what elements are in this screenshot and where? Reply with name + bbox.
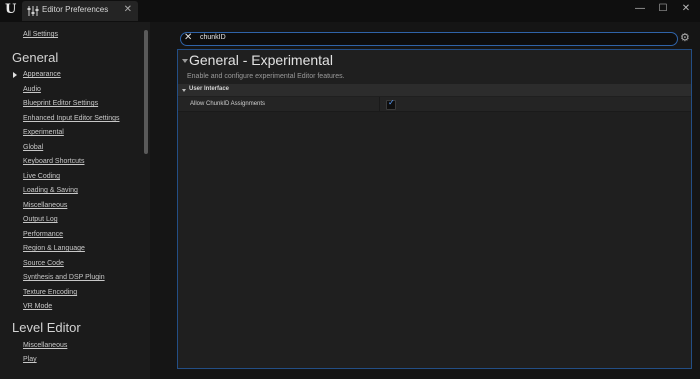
page-title: General - Experimental (189, 52, 333, 68)
unreal-logo-icon: U (5, 2, 17, 17)
sidebar-item-performance[interactable]: Performance (23, 231, 63, 238)
tab-close-icon[interactable]: ✕ (124, 4, 132, 15)
sidebar-level-editor-heading: Level Editor (12, 320, 81, 335)
sidebar-item-enhanced-input-editor-settings[interactable]: Enhanced Input Editor Settings (23, 115, 120, 122)
close-window-button[interactable]: ✕ (679, 3, 693, 14)
search-value: chunkID (200, 34, 226, 41)
property-row: Allow ChunkID Assignments ✓ (178, 97, 691, 112)
tab-label: Editor Preferences (42, 5, 109, 14)
settings-sidebar: All Settings General Appearance Audio Bl… (0, 22, 150, 379)
sidebar-item-level-play[interactable]: Play (23, 356, 37, 363)
allow-chunkid-assignments-checkbox[interactable]: ✓ (386, 98, 396, 110)
sidebar-item-live-coding[interactable]: Live Coding (23, 173, 60, 180)
checkmark-icon: ✓ (388, 98, 395, 107)
category-arrow-icon (182, 89, 186, 92)
minimize-button[interactable]: — (633, 3, 647, 14)
category-label: User Interface (189, 86, 230, 92)
property-label: Allow ChunkID Assignments (190, 101, 266, 107)
sidebar-scrollbar[interactable] (144, 30, 148, 154)
selected-arrow-icon (13, 72, 17, 78)
title-bar: U Editor Preferences ✕ — ☐ ✕ (0, 0, 700, 22)
sidebar-item-texture-encoding[interactable]: Texture Encoding (23, 289, 77, 296)
clear-search-icon[interactable]: ✕ (184, 32, 192, 43)
category-header-user-interface[interactable]: User Interface (178, 84, 691, 96)
collapse-arrow-icon[interactable] (182, 59, 188, 63)
sidebar-item-level-miscellaneous[interactable]: Miscellaneous (23, 342, 67, 349)
sidebar-general-heading: General (12, 50, 59, 65)
sidebar-item-output-log[interactable]: Output Log (23, 216, 58, 223)
sidebar-item-audio[interactable]: Audio (23, 86, 41, 93)
maximize-button[interactable]: ☐ (656, 3, 670, 14)
search-input[interactable]: ✕ chunkID (180, 32, 678, 46)
sidebar-item-region-language[interactable]: Region & Language (23, 245, 85, 252)
sidebar-item-experimental[interactable]: Experimental (23, 129, 64, 136)
page-description: Enable and configure experimental Editor… (187, 73, 345, 80)
sliders-icon (27, 6, 39, 16)
sidebar-item-appearance[interactable]: Appearance (23, 71, 61, 78)
sidebar-item-blueprint-editor-settings[interactable]: Blueprint Editor Settings (23, 100, 98, 107)
gear-icon[interactable]: ⚙ (680, 31, 690, 44)
sidebar-item-miscellaneous[interactable]: Miscellaneous (23, 202, 67, 209)
column-divider[interactable] (379, 97, 380, 111)
sidebar-item-synthesis-dsp-plugin[interactable]: Synthesis and DSP Plugin (23, 274, 105, 281)
sidebar-all-settings-link[interactable]: All Settings (23, 31, 58, 38)
tab-editor-preferences[interactable]: Editor Preferences ✕ (22, 1, 138, 21)
sidebar-item-keyboard-shortcuts[interactable]: Keyboard Shortcuts (23, 158, 84, 165)
sidebar-item-global[interactable]: Global (23, 144, 43, 151)
sidebar-item-source-code[interactable]: Source Code (23, 260, 64, 267)
sidebar-item-loading-saving[interactable]: Loading & Saving (23, 187, 78, 194)
details-panel: General - Experimental Enable and config… (177, 49, 692, 369)
sidebar-item-vr-mode[interactable]: VR Mode (23, 303, 52, 310)
